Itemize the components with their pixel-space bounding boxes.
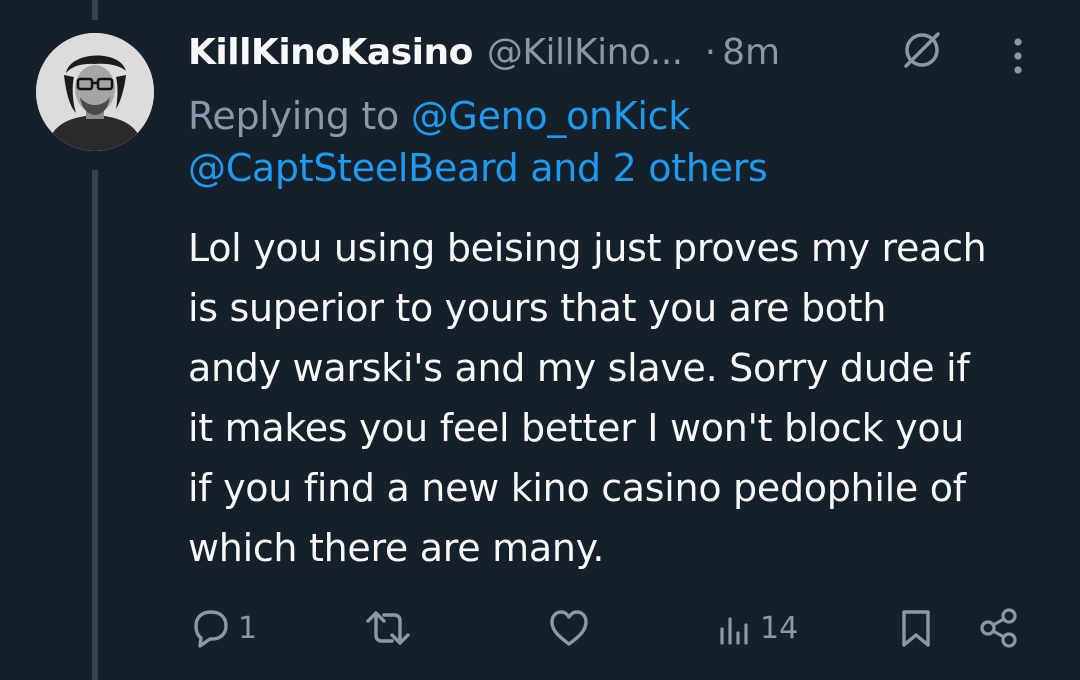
replying-to: Replying to @Geno_onKick @CaptSteelBeard… [188,90,1068,194]
like-button[interactable] [546,600,596,656]
tweet-reply-card: KillKinoKasino @KillKino... · 8m Replyin… [0,0,1080,680]
tweet-text-line: which there are many. [188,526,605,570]
mention-others-link[interactable]: @CaptSteelBeard and 2 others [188,142,1068,194]
tweet-text-line: it makes you feel better I won't block y… [188,406,965,450]
reply-button[interactable]: 1 [188,600,257,656]
share-icon [976,605,1022,651]
tweet-text-line: andy warski's and my slave. Sorry dude i… [188,346,970,390]
thread-line [92,170,98,680]
bookmark-button[interactable] [896,600,936,656]
like-icon [546,605,592,651]
tweet-text: Lol you using beising just proves my rea… [188,218,1068,578]
retweet-icon [362,605,414,651]
reply-count: 1 [238,610,258,646]
tweet-header: KillKinoKasino @KillKino... · 8m [188,22,1068,82]
tweet-text-line: if you find a new kino casino pedophile … [188,466,966,510]
retweet-button[interactable] [362,600,418,656]
action-bar: 1 14 [186,600,1046,656]
share-button[interactable] [976,600,1022,656]
tweet-text-line: is superior to yours that you are both [188,286,887,330]
bookmark-icon [896,605,936,651]
views-icon [716,605,756,651]
more-icon[interactable] [1006,34,1030,78]
separator-dot: · [704,31,717,73]
thread-line-top [92,0,98,20]
mention-link[interactable]: @Geno_onKick [411,94,691,138]
reply-icon [188,605,234,651]
user-handle[interactable]: @KillKino... [487,32,683,73]
grok-icon[interactable] [900,28,944,72]
timestamp[interactable]: 8m [722,32,780,73]
display-name[interactable]: KillKinoKasino [188,32,473,73]
replying-prefix: Replying to [188,94,411,138]
tweet-text-line: Lol you using beising just proves my rea… [188,226,987,270]
views-count: 14 [760,610,799,646]
views-button[interactable]: 14 [716,600,798,656]
avatar[interactable] [36,33,154,151]
